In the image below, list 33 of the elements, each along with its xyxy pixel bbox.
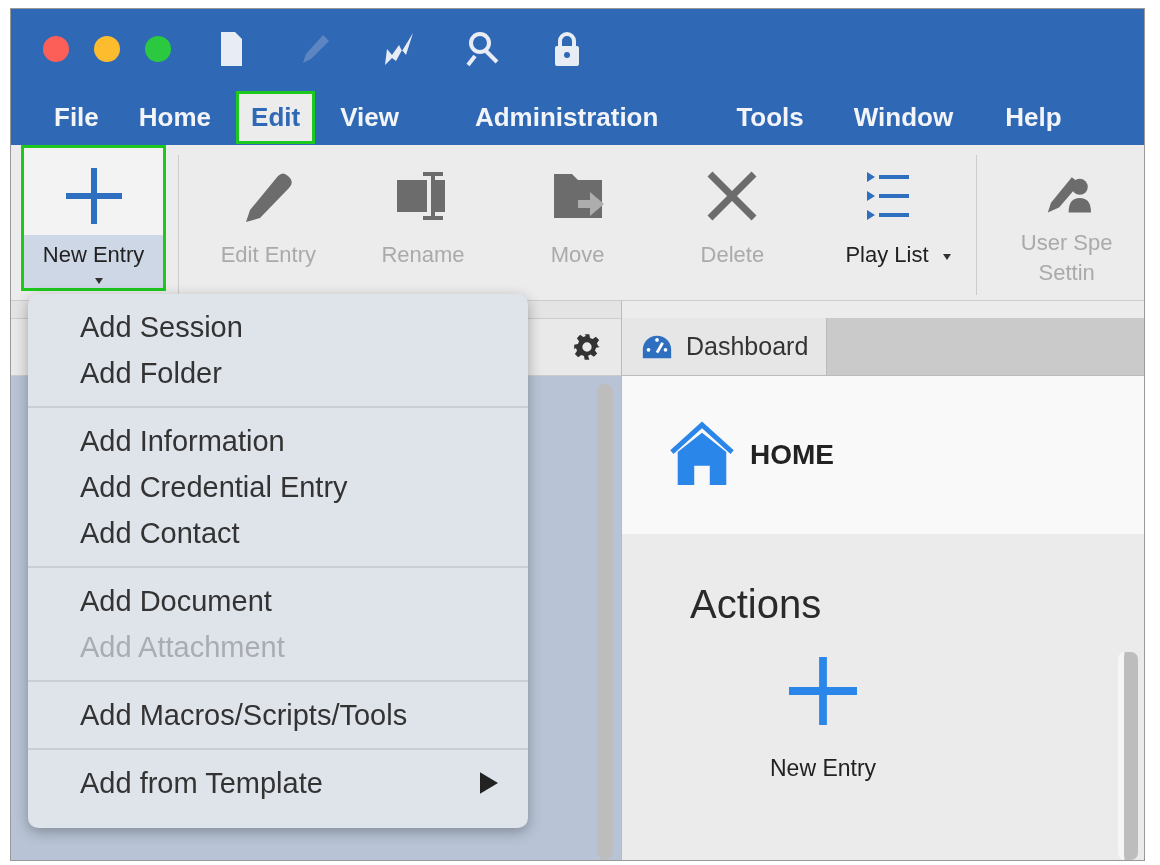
section-heading: Actions [690, 582, 823, 627]
tab[interactable]: Dashboard [622, 318, 828, 375]
scrollbar[interactable] [1118, 652, 1138, 860]
menu-item[interactable]: Add Contact [28, 510, 528, 556]
menu-item[interactable]: Tools [721, 90, 819, 144]
menu-item[interactable]: Add from Template [28, 760, 528, 806]
toolbar-button[interactable]: Play List [809, 145, 965, 291]
plus-icon [63, 166, 124, 226]
menu-item[interactable]: Add Credential Entry [28, 464, 528, 510]
menu-item[interactable]: Add Session [28, 304, 528, 350]
close-button[interactable] [43, 36, 69, 62]
toolbar-button[interactable]: New Entry [21, 145, 166, 291]
menu-item[interactable]: Add Document [28, 578, 528, 624]
zoom-button[interactable] [145, 36, 171, 62]
settings-icon[interactable] [573, 333, 601, 361]
caret-icon [95, 278, 103, 284]
plus-icon [789, 657, 858, 725]
menu-item[interactable]: Add Folder [28, 350, 528, 396]
scrollbar[interactable] [597, 384, 613, 860]
menu-item[interactable]: Window [838, 90, 969, 144]
caret-icon [943, 254, 952, 260]
minimize-button[interactable] [94, 36, 120, 62]
menu-item[interactable]: Help [990, 90, 1077, 144]
new-entry-action[interactable]: New Entry [770, 657, 877, 782]
menu-item[interactable]: File [39, 90, 114, 144]
submenu-arrow-icon [480, 772, 498, 794]
menu-item[interactable]: Administration [459, 90, 674, 144]
page-title: HOME [750, 439, 834, 471]
menu-item[interactable]: Add Information [28, 418, 528, 464]
menu-item[interactable]: Add Macros/Scripts/Tools [28, 692, 528, 738]
menu-item[interactable]: Home [123, 90, 227, 144]
menu-item[interactable]: Edit [236, 90, 316, 144]
menu-item[interactable]: View [325, 90, 414, 144]
